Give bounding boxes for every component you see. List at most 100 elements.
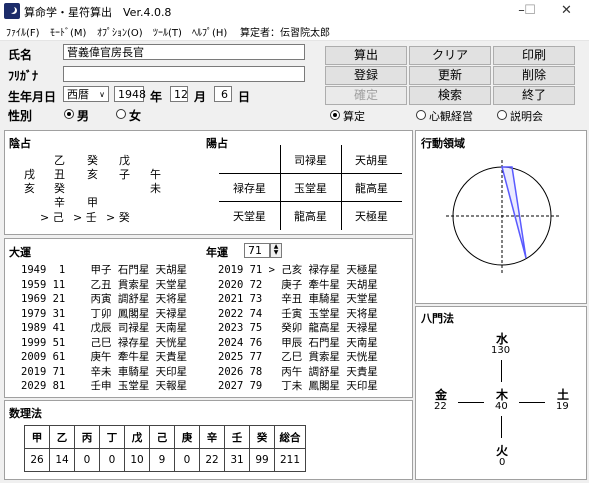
inyo-branch: 亥 — [87, 168, 98, 181]
suuri-header: 乙 — [49, 425, 75, 449]
hachimon-line-bottom — [501, 416, 502, 438]
menu-mode[interactable]: ﾓｰﾄﾞ(M) — [50, 24, 86, 39]
print-button[interactable]: 印刷 — [493, 46, 575, 65]
inyo-hidden: > 癸 — [106, 211, 130, 224]
maximize-button[interactable]: ☐ — [516, 0, 544, 22]
taiun-list: 1949 1 甲子 石門星 天胡星 1959 11 乙丑 貫索星 天堂星 196… — [21, 262, 187, 393]
age-stepper[interactable]: ▲ ▼ — [270, 243, 282, 258]
yosen-ne: 天胡星 — [355, 154, 388, 167]
hachimon-wood-value: 40 — [495, 401, 508, 412]
inyo-hidden: > 己 — [40, 211, 64, 224]
yosen-center: 玉堂星 — [294, 182, 327, 195]
month-unit: 月 — [194, 90, 207, 104]
register-button[interactable]: 登録 — [325, 66, 407, 85]
yosen-north: 司禄星 — [294, 154, 327, 167]
nenun-row: 2024 76 甲辰 石門星 天南星 — [218, 336, 378, 349]
app-icon — [4, 3, 20, 19]
update-button[interactable]: 更新 — [409, 66, 491, 85]
yosen-east: 龍高星 — [355, 182, 388, 195]
nenun-row: 2026 78 丙午 調舒星 天貴星 — [218, 365, 378, 378]
hachimon-earth-value: 19 — [556, 401, 569, 412]
taiun-row: 2029 81 壬申 玉堂星 天報星 — [21, 380, 188, 392]
sex-label: 性別 — [8, 109, 33, 123]
stepper-down-icon[interactable]: ▼ — [271, 250, 281, 256]
female-radio[interactable] — [116, 109, 126, 119]
day-field[interactable]: 6 — [214, 86, 232, 102]
window-title: 算命学・星符算出 Ver.4.0.8 — [24, 6, 172, 19]
year-field[interactable]: 1948 — [114, 86, 146, 102]
suuri-header: 丙 — [74, 425, 100, 449]
inyo-cell: 未 — [150, 182, 161, 195]
kana-field[interactable] — [63, 66, 305, 82]
day-unit: 日 — [238, 90, 251, 104]
suuri-value: 9 — [149, 448, 175, 472]
suuri-table: 甲 乙 丙 丁 戊 己 庚 辛 壬 癸 総合 26 14 0 0 10 9 0 … — [24, 425, 306, 472]
male-label: 男 — [77, 109, 90, 123]
delete-button[interactable]: 削除 — [493, 66, 575, 85]
suuri-header: 総合 — [274, 425, 306, 449]
suuri-header: 壬 — [224, 425, 250, 449]
nenun-row: 2027 79 丁未 鳳閣星 天印星 — [218, 380, 378, 392]
month-field[interactable]: 12 — [170, 86, 188, 102]
suuri-title: 数理法 — [9, 407, 42, 420]
grid-line — [219, 173, 402, 174]
name-label: 氏名 — [8, 48, 33, 62]
yosen-se: 天極星 — [355, 210, 388, 223]
confirm-button[interactable]: 確定 — [325, 86, 407, 105]
inyo-branch: 子 — [119, 168, 130, 181]
year-unit: 年 — [150, 90, 163, 104]
suuri-value: 99 — [249, 448, 275, 472]
nenun-row: 2023 75 癸卯 龍高星 天禄星 — [218, 322, 378, 334]
nenun-title: 年運 — [206, 246, 228, 259]
nenun-row: 2020 72 庚子 牽牛星 天胡星 — [218, 278, 378, 291]
suuri-value: 0 — [99, 448, 125, 472]
koudou-diagram — [446, 160, 560, 274]
mode-calc-radio[interactable] — [330, 110, 340, 120]
menu-file[interactable]: ﾌｧｲﾙ(F) — [6, 24, 40, 39]
chevron-down-icon: ∨ — [99, 90, 105, 99]
nenun-row: 2021 73 辛丑 車騎星 天堂星 — [218, 293, 378, 305]
suuri-header: 庚 — [174, 425, 200, 449]
inyo-cell: 辛 — [54, 196, 65, 209]
yosen-grid: 司禄星 天胡星 禄存星 玉堂星 龍高星 天堂星 龍高星 天極星 — [219, 145, 402, 230]
koudou-title: 行動領域 — [421, 137, 465, 150]
hachimon-line-top — [501, 360, 502, 382]
female-label: 女 — [129, 109, 142, 123]
inyo-title: 陰占 — [9, 137, 31, 150]
suuri-value: 0 — [174, 448, 200, 472]
birthdate-label: 生年月日 — [8, 90, 57, 104]
name-field[interactable]: 菅義偉官房長官 — [63, 44, 305, 60]
kana-label: ﾌﾘｶﾞﾅ — [8, 69, 39, 83]
clear-button[interactable]: クリア — [409, 46, 491, 65]
mode-shinkan-radio[interactable] — [416, 110, 426, 120]
search-button[interactable]: 検索 — [409, 86, 491, 105]
taiun-row: 1989 41 戊辰 司禄星 天南星 — [21, 322, 188, 334]
suuri-header: 甲 — [24, 425, 50, 449]
mode-setsumei-label: 説明会 — [510, 110, 543, 123]
taiun-row: 1949 1 甲子 石門星 天胡星 — [21, 264, 188, 276]
mode-setsumei-radio[interactable] — [497, 110, 507, 120]
close-button[interactable]: ✕ — [544, 0, 589, 22]
suuri-value: 31 — [224, 448, 250, 472]
hachimon-line-left — [458, 402, 484, 403]
menu-help[interactable]: ﾍﾙﾌﾟ(H) — [192, 24, 227, 39]
yosen-sw: 天堂星 — [233, 210, 266, 223]
era-select[interactable]: 西暦 ∨ — [63, 86, 109, 102]
calc-button[interactable]: 算出 — [325, 46, 407, 65]
age-stepper-field[interactable]: 71 — [244, 243, 270, 258]
hachimon-title: 八門法 — [421, 312, 454, 325]
yosen-west: 禄存星 — [233, 182, 266, 195]
menu-tool[interactable]: ﾂｰﾙ(T) — [153, 24, 182, 39]
suuri-header-row: 甲 乙 丙 丁 戊 己 庚 辛 壬 癸 総合 — [24, 425, 306, 449]
nenun-row: 2022 74 壬寅 玉堂星 天将星 — [218, 307, 378, 320]
menu-option[interactable]: ｵﾌﾟｼｮﾝ(O) — [97, 24, 143, 39]
suuri-value: 22 — [199, 448, 225, 472]
hachimon-fire-value: 0 — [499, 457, 506, 468]
suuri-header: 己 — [149, 425, 175, 449]
suuri-header: 辛 — [199, 425, 225, 449]
inyo-hidden: > 壬 — [73, 211, 97, 224]
male-radio[interactable] — [64, 109, 74, 119]
suuri-value: 26 — [24, 448, 50, 472]
taiun-title: 大運 — [9, 246, 31, 259]
exit-button[interactable]: 終了 — [493, 86, 575, 105]
